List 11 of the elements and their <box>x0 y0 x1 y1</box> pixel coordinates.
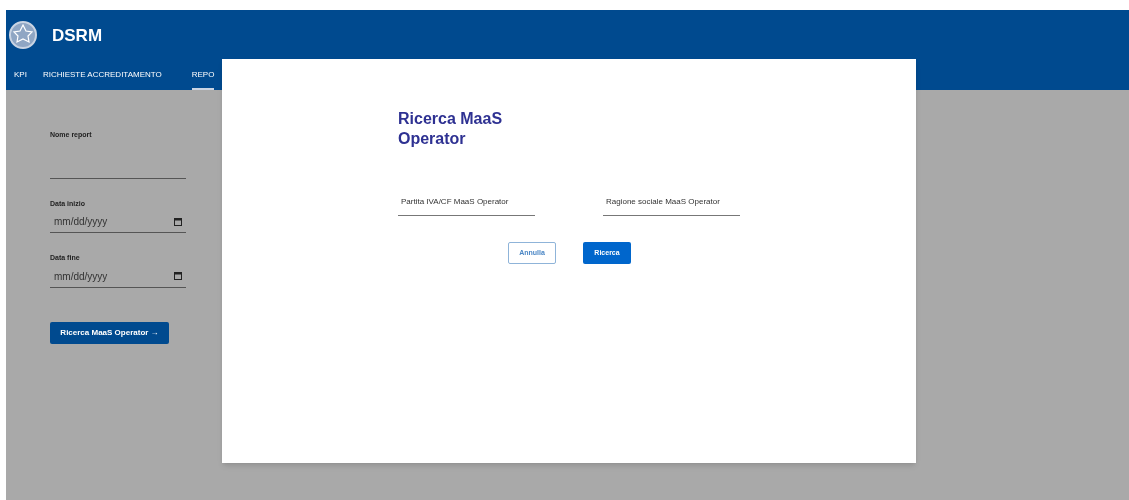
calendar-icon[interactable] <box>174 217 182 226</box>
calendar-icon[interactable] <box>174 272 182 280</box>
modal-title: Ricerca MaaS Operator <box>398 109 504 149</box>
date-field[interactable]: mm/dd/yyyy <box>50 211 186 233</box>
nav-tab[interactable]: RICHIESTE ACCREDITAMENTO <box>42 69 162 90</box>
app-title: DSRM <box>52 25 103 48</box>
input-field[interactable]: Partita IVA/CF MaaS Operator <box>398 187 535 216</box>
input-field[interactable]: Ragione sociale MaaS Operator <box>603 187 740 216</box>
nav-tab[interactable]: KPI <box>14 69 27 90</box>
search-operator-button[interactable]: Ricerca MaaS Operator → <box>50 321 169 344</box>
date-field[interactable]: mm/dd/yyyy <box>50 265 186 288</box>
